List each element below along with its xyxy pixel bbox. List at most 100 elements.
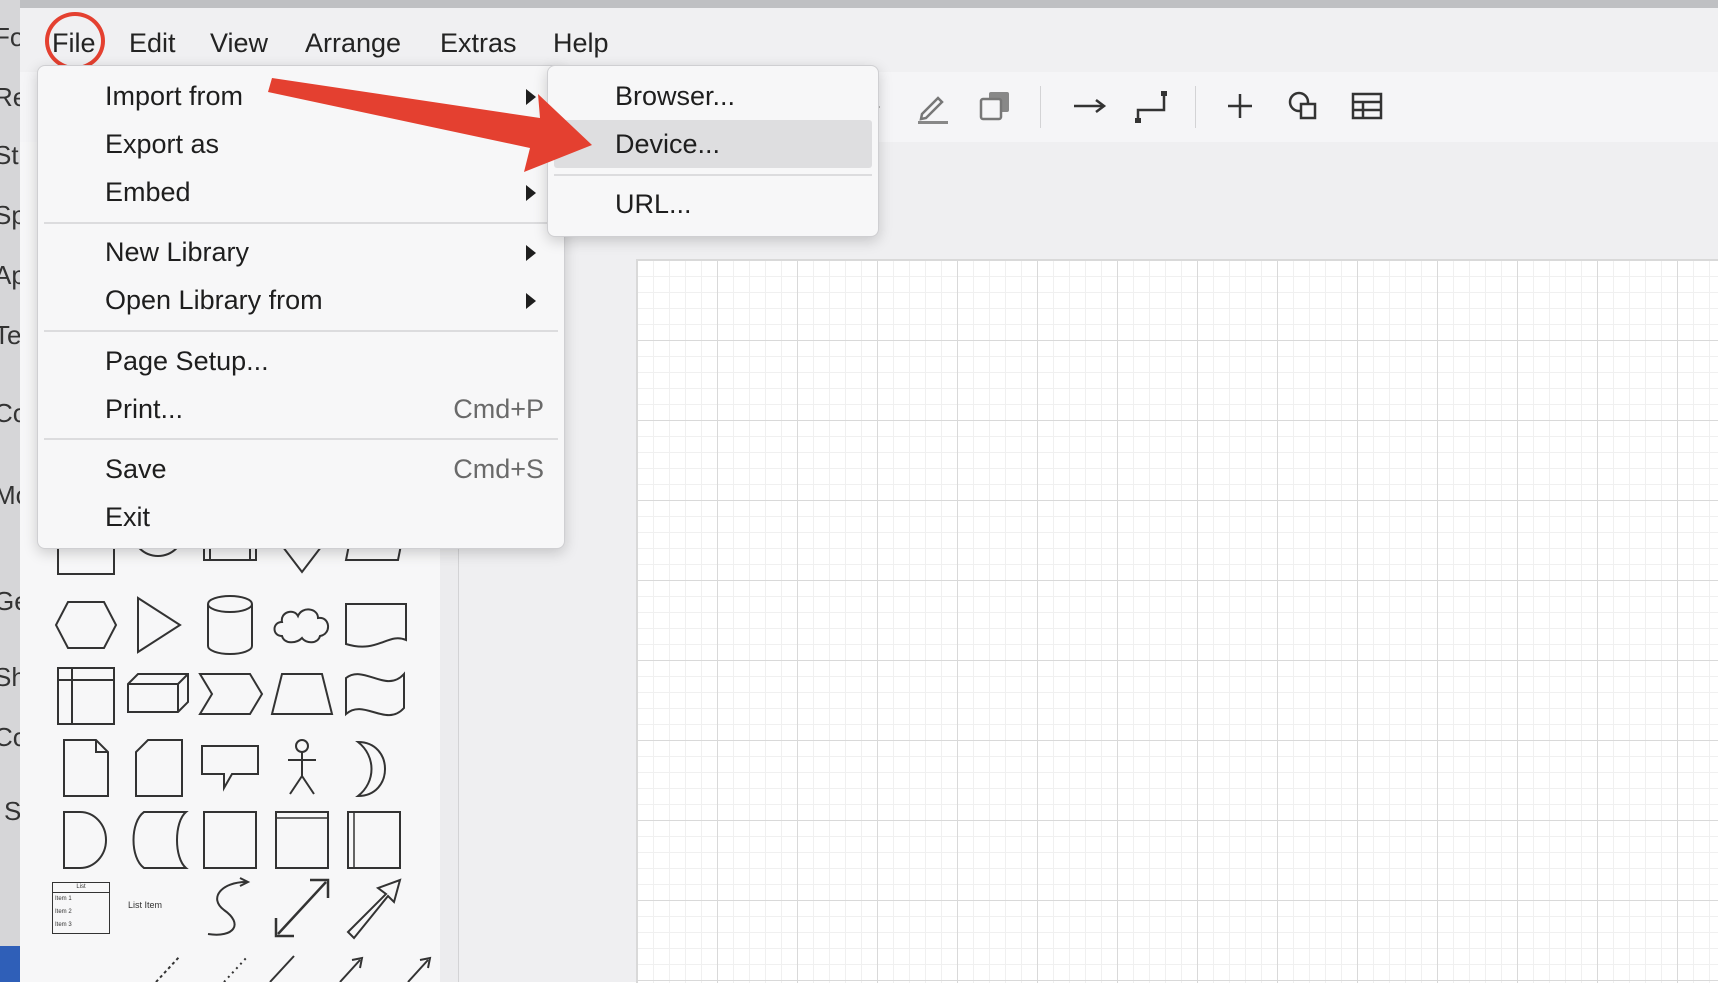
import-from-submenu: Browser... Device... URL...	[547, 65, 879, 237]
bg-fragment: Co	[0, 722, 20, 753]
menu-extras[interactable]: Extras	[440, 28, 517, 59]
actor-shape[interactable]	[266, 736, 338, 802]
list-item-label: List Item	[128, 900, 163, 910]
bg-fragment: Sp	[0, 200, 20, 231]
submenu-item-browser[interactable]: Browser...	[554, 72, 872, 120]
menu-item-import-from[interactable]: Import from	[38, 73, 564, 119]
menu-item-embed[interactable]: Embed	[38, 169, 564, 215]
note-shape[interactable]	[50, 736, 122, 802]
bg-fragment: Fo	[0, 22, 20, 53]
menu-item-exit[interactable]: Exit	[38, 494, 564, 540]
menu-item-new-library[interactable]: New Library	[38, 229, 564, 275]
menu-separator	[44, 438, 558, 440]
shape-library: List Item 1 Item 2 Item 3 List Item	[40, 530, 432, 982]
menu-edit[interactable]: Edit	[129, 28, 176, 59]
trapezoid-shape[interactable]	[266, 664, 338, 730]
menu-item-export-as[interactable]: Export as	[38, 121, 564, 167]
bg-fragment: Ap	[0, 260, 20, 291]
submenu-item-label: Browser...	[615, 81, 736, 111]
cube-shape[interactable]	[122, 664, 194, 730]
menu-item-shortcut: Cmd+P	[453, 394, 544, 424]
window-titlebar	[20, 0, 1718, 8]
file-menu-dropdown: Import from Export as Embed New Library …	[37, 65, 565, 549]
menu-item-label: Save	[105, 454, 167, 484]
bg-blue-block	[0, 946, 20, 982]
background-window-strip: Fo Re St Sp Ap Te Co Mo Ge Sh Co S	[0, 0, 21, 982]
menu-separator	[44, 330, 558, 332]
delay-shape[interactable]	[50, 808, 122, 874]
waypoints-icon[interactable]	[1132, 86, 1172, 126]
or-shape[interactable]	[338, 736, 410, 802]
square-shape[interactable]	[194, 808, 266, 874]
menu-item-page-setup[interactable]: Page Setup...	[38, 338, 564, 384]
menu-item-label: Page Setup...	[105, 346, 269, 376]
menu-view[interactable]: View	[210, 28, 268, 59]
submenu-item-label: URL...	[615, 189, 692, 219]
list-shape-row: Item 2	[55, 909, 72, 915]
list-shape[interactable]: List Item 1 Item 2 Item 3	[52, 882, 110, 934]
menu-item-label: Exit	[105, 502, 151, 532]
arrow-shape[interactable]	[338, 876, 410, 942]
bidirectional-arrow-shape[interactable]	[266, 876, 338, 942]
toolbar-separator	[1040, 86, 1041, 128]
bg-fragment: Re	[0, 82, 20, 113]
list-item-shape[interactable]: List Item	[128, 890, 190, 920]
menu-item-label: Import from	[105, 81, 244, 111]
menu-item-label: New Library	[105, 237, 250, 267]
list-shape-row: Item 3	[55, 922, 72, 928]
plus-icon[interactable]	[1220, 86, 1260, 126]
callout-shape[interactable]	[194, 736, 266, 802]
menu-separator	[44, 222, 558, 224]
connector-arrow-icon[interactable]	[1070, 86, 1110, 126]
dashed-line-shape[interactable]	[122, 946, 194, 982]
vertical-container-shape[interactable]	[338, 808, 410, 874]
menu-item-shortcut: Cmd+S	[453, 454, 544, 484]
cloud-shape[interactable]	[266, 592, 338, 658]
menu-item-label: Embed	[105, 177, 191, 207]
bg-fragment: Ge	[0, 586, 20, 617]
bg-fragment: Co	[0, 398, 20, 429]
submenu-separator	[554, 174, 872, 176]
bg-fragment: Mo	[0, 480, 20, 511]
menu-item-save[interactable]: Save Cmd+S	[38, 446, 564, 492]
bg-fragment: Sh	[0, 662, 20, 693]
shadow-icon[interactable]	[975, 86, 1015, 126]
submenu-arrow-icon	[526, 185, 536, 201]
document-shape[interactable]	[338, 592, 410, 658]
stored-data-shape[interactable]	[122, 808, 194, 874]
list-shape-row: Item 1	[55, 896, 72, 902]
submenu-arrow-icon	[526, 245, 536, 261]
line-arrow-shape[interactable]	[310, 946, 382, 982]
file-annotation-circle	[45, 12, 105, 70]
shapes-icon[interactable]	[1283, 86, 1323, 126]
container-shape[interactable]	[266, 808, 338, 874]
list-shape-title: List	[53, 883, 109, 893]
submenu-item-url[interactable]: URL...	[554, 180, 872, 228]
bg-fragment: S	[4, 796, 21, 826]
menu-item-label: Export as	[105, 129, 220, 159]
hexagon-shape[interactable]	[50, 592, 122, 658]
curve-shape[interactable]	[194, 876, 266, 942]
submenu-item-device[interactable]: Device...	[554, 120, 872, 168]
diagram-page[interactable]	[636, 259, 1718, 983]
table-icon[interactable]	[1347, 86, 1387, 126]
submenu-item-label: Device...	[615, 129, 721, 159]
menu-item-open-library-from[interactable]: Open Library from	[38, 277, 564, 323]
bg-fragment: Te	[0, 320, 21, 350]
menubar: File Edit View Arrange Extras Help	[20, 8, 1718, 73]
triangle-shape[interactable]	[122, 592, 194, 658]
menu-item-label: Print...	[105, 394, 184, 424]
tape-shape[interactable]	[338, 664, 410, 730]
menu-item-label: Open Library from	[105, 285, 323, 315]
submenu-arrow-icon	[526, 89, 536, 105]
step-shape[interactable]	[194, 664, 266, 730]
cylinder-shape[interactable]	[194, 592, 266, 658]
menu-item-print[interactable]: Print... Cmd+P	[38, 386, 564, 432]
internal-storage-shape[interactable]	[50, 664, 122, 730]
submenu-arrow-icon	[526, 293, 536, 309]
card-shape[interactable]	[122, 736, 194, 802]
line-arrow-shape[interactable]	[378, 946, 450, 982]
pencil-icon[interactable]	[912, 86, 952, 126]
menu-arrange[interactable]: Arrange	[305, 28, 401, 59]
menu-help[interactable]: Help	[553, 28, 609, 59]
